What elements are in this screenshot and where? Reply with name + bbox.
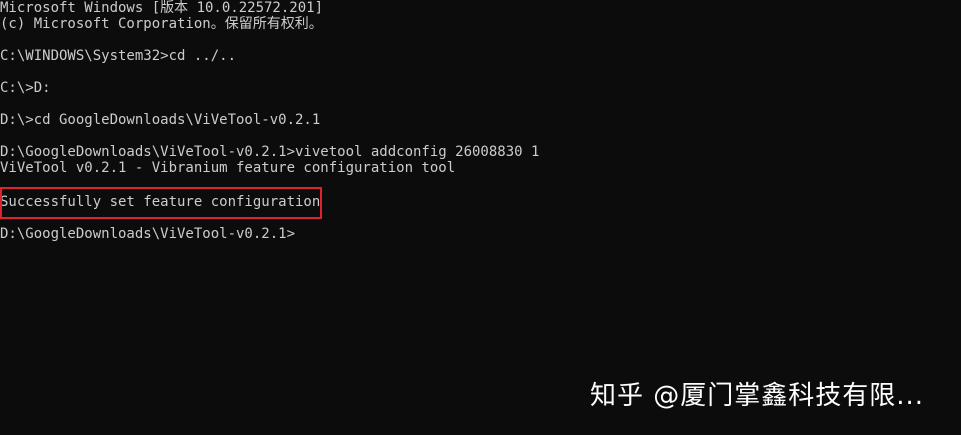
terminal-line-vivetool-banner: ViVeTool v0.2.1 - Vibranium feature conf… [0,160,456,176]
terminal-line-cd-vivetool: D:\>cd GoogleDownloads\ViVeTool-v0.2.1 [0,112,321,128]
terminal-window[interactable]: Microsoft Windows [版本 10.0.22572.201] (c… [0,0,961,435]
terminal-line-copyright: (c) Microsoft Corporation。保留所有权利。 [0,16,323,32]
terminal-line-drive-d: C:\>D: [0,80,51,96]
terminal-line-cd-root: C:\WINDOWS\System32>cd ../.. [0,48,237,64]
terminal-prompt-current[interactable]: D:\GoogleDownloads\ViVeTool-v0.2.1> [0,226,295,242]
terminal-line-addconfig-command: D:\GoogleDownloads\ViVeTool-v0.2.1>vivet… [0,144,540,160]
success-highlight-box [0,187,322,219]
zhihu-watermark: 知乎 @厦门掌鑫科技有限... [590,381,925,411]
terminal-line-version: Microsoft Windows [版本 10.0.22572.201] [0,0,324,16]
